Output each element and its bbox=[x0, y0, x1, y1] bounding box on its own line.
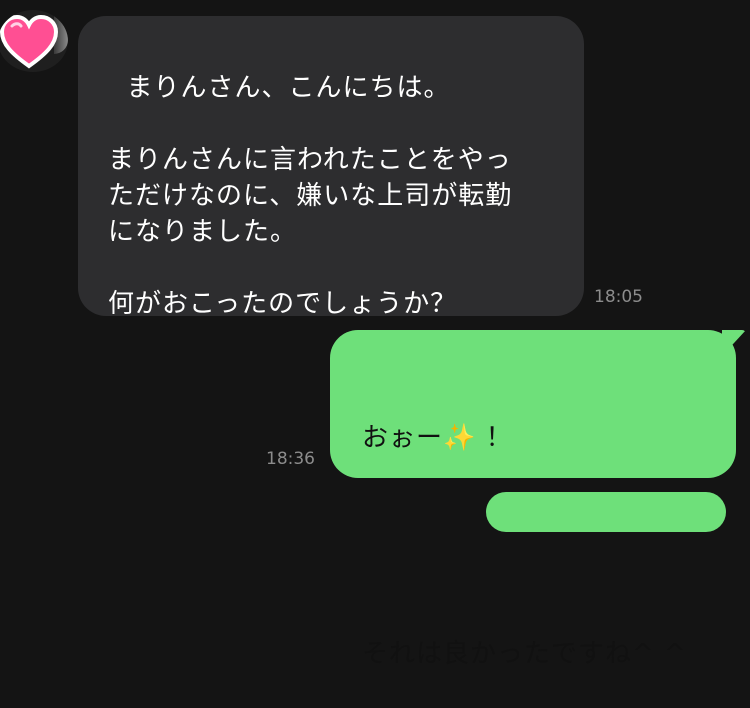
outgoing-message-line-1: おぉー✨ ！ bbox=[362, 420, 736, 456]
sparkles-icon: ✨ bbox=[443, 423, 477, 453]
outgoing-text-part: おぉー bbox=[362, 423, 444, 453]
incoming-message-bubble[interactable]: まりんさん、こんにちは。 まりんさんに言われたことをやっ ただけなのに、嫌いな上… bbox=[78, 16, 584, 319]
incoming-message-text: まりんさん、こんにちは。 まりんさんに言われたことをやっ ただけなのに、嫌いな上… bbox=[108, 73, 513, 319]
outgoing-timestamp: 18:36 bbox=[266, 449, 315, 469]
incoming-timestamp: 18:05 bbox=[594, 287, 643, 307]
pink-heart-icon bbox=[0, 14, 59, 69]
outgoing-message-bubble-partial[interactable] bbox=[486, 492, 726, 532]
outgoing-text-part: ！ bbox=[476, 423, 513, 453]
outgoing-message-bubble[interactable]: おぉー✨ ！ それは良かったですね^ ^ bbox=[330, 330, 736, 669]
sender-avatar[interactable] bbox=[0, 10, 68, 72]
outgoing-message-line-2: それは良かったですね^ ^ bbox=[362, 639, 687, 669]
outgoing-message-spacer bbox=[362, 528, 736, 564]
